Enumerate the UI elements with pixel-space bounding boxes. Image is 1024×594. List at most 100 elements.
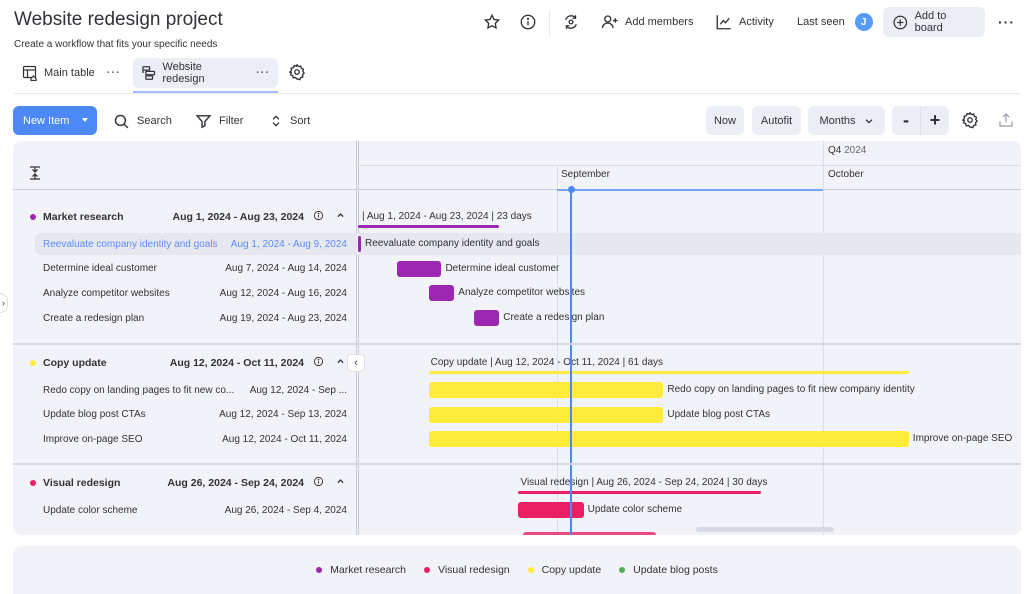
add-to-board-button[interactable]: Add to board <box>883 7 985 37</box>
group-date-range: Aug 12, 2024 - Oct 11, 2024 <box>169 357 304 369</box>
favorite-star-icon[interactable] <box>483 8 501 36</box>
board-title[interactable]: Website redesign project <box>14 9 223 31</box>
header-divider <box>14 93 1020 94</box>
group-color-dot <box>30 214 36 220</box>
gantt-bar[interactable] <box>428 431 909 448</box>
quarter-header: Q4 2024 <box>828 145 867 156</box>
gantt-bar[interactable] <box>473 310 500 327</box>
collapse-all-icon[interactable] <box>29 166 41 185</box>
item-name: Reevaluate company identity and goals <box>43 238 218 250</box>
export-upload-icon[interactable] <box>997 111 1015 134</box>
item-row[interactable]: Create a redesign plan Aug 19, 2024 - Au… <box>35 307 357 329</box>
new-item-dropdown-icon[interactable] <box>82 118 88 122</box>
view-tab-menu-icon[interactable]: ··· <box>107 67 121 79</box>
legend-label: Visual redesign <box>438 564 510 576</box>
gantt-bar-label: Reevaluate company identity and goals <box>365 238 540 249</box>
group-summary-bar[interactable] <box>518 491 761 494</box>
group-separator <box>13 463 1021 465</box>
gantt-item-list: Market research Aug 1, 2024 - Aug 23, 20… <box>13 141 357 535</box>
item-date-range: Aug 12, 2024 - Sep 13, 2024 <box>219 409 347 421</box>
header-separator <box>549 10 550 36</box>
search-icon <box>114 114 129 128</box>
gantt-timeline: Q4 2024 September October | Aug 1, 2024 … <box>358 141 1021 535</box>
group-date-range: Aug 1, 2024 - Aug 23, 2024 <box>172 211 304 223</box>
group-summary-label: Copy update | Aug 12, 2024 - Oct 11, 202… <box>430 357 664 368</box>
timeline-header-divider <box>358 165 1021 166</box>
more-options-icon[interactable]: ··· <box>998 8 1015 36</box>
gantt-bar[interactable] <box>518 502 584 518</box>
automations-icon[interactable] <box>562 8 580 36</box>
gantt-bar[interactable] <box>428 406 664 423</box>
legend-item: Visual redesign <box>424 564 510 576</box>
item-date-range: Aug 12, 2024 - Aug 16, 2024 <box>219 287 347 299</box>
item-row[interactable]: Determine ideal customer Aug 7, 2024 - A… <box>35 258 357 280</box>
legend-color-dot <box>527 567 534 573</box>
filter-button[interactable]: Filter <box>195 108 243 134</box>
horizontal-scrollbar[interactable] <box>696 527 834 532</box>
item-name: Update color scheme <box>43 504 138 516</box>
view-tab-main-table[interactable]: Main table ··· <box>14 58 129 88</box>
legend-item: Market research <box>316 564 406 576</box>
item-row[interactable]: Improve on-page SEO Aug 12, 2024 - Oct 1… <box>35 428 357 450</box>
view-tab-menu-icon[interactable]: ··· <box>256 67 270 79</box>
group-summary-bar[interactable] <box>428 371 909 374</box>
gantt-bar[interactable] <box>396 260 442 277</box>
info-icon[interactable] <box>313 356 324 370</box>
info-icon[interactable] <box>519 8 537 36</box>
item-row[interactable]: Analyze competitor websites Aug 12, 2024… <box>35 282 357 304</box>
view-tab-gantt[interactable]: Website redesign ··· <box>133 58 278 88</box>
new-item-button[interactable]: New Item <box>13 106 97 135</box>
zoom-out-button[interactable]: - <box>892 110 920 131</box>
item-row[interactable]: Update blog post CTAs Aug 12, 2024 - Sep… <box>35 404 357 426</box>
now-button[interactable]: Now <box>706 106 744 135</box>
collapse-list-chevron-left-icon[interactable]: ‹ <box>347 354 365 372</box>
time-scale-dropdown[interactable]: Months <box>808 106 885 135</box>
filter-icon <box>195 114 212 128</box>
chevron-up-icon[interactable] <box>336 477 345 489</box>
gantt-bar[interactable] <box>523 532 656 535</box>
info-icon[interactable] <box>313 210 324 224</box>
item-name: Improve on-page SEO <box>43 433 143 445</box>
view-settings-gear-icon[interactable] <box>288 63 308 83</box>
search-button[interactable]: Search <box>113 108 172 134</box>
sort-button[interactable]: Sort <box>269 108 310 134</box>
info-icon[interactable] <box>313 476 324 490</box>
activity-button[interactable]: Activity <box>715 8 774 36</box>
item-date-range: Aug 12, 2024 - Oct 11, 2024 <box>222 433 347 445</box>
item-name: Analyze competitor websites <box>43 287 170 299</box>
legend-label: Copy update <box>541 564 602 576</box>
gantt-settings-gear-icon[interactable] <box>961 111 979 134</box>
item-row[interactable]: Update color scheme Aug 26, 2024 - Sep 4… <box>35 499 357 521</box>
plus-circle-icon <box>893 15 908 29</box>
legend-label: Update blog posts <box>633 564 718 576</box>
avatar: J <box>854 13 873 31</box>
group-header[interactable]: Visual redesign Aug 26, 2024 - Sep 24, 2… <box>13 471 357 495</box>
chevron-up-icon[interactable] <box>336 357 345 369</box>
month-header-october: October <box>828 169 864 180</box>
gantt-bar[interactable] <box>358 236 361 252</box>
chevron-up-icon[interactable] <box>336 211 345 223</box>
gantt-bar[interactable] <box>428 285 455 302</box>
item-row[interactable]: Reevaluate company identity and goals Au… <box>35 233 357 255</box>
gantt-bar-label: Determine ideal customer <box>445 262 560 274</box>
group-name: Copy update <box>43 357 107 369</box>
item-row[interactable]: Redo copy on landing pages to fit new co… <box>35 379 357 401</box>
group-summary-bar[interactable] <box>358 225 500 228</box>
group-header[interactable]: Market research Aug 1, 2024 - Aug 23, 20… <box>13 205 357 229</box>
add-members-button[interactable]: Add members <box>601 8 693 36</box>
table-home-icon <box>22 65 37 81</box>
autofit-button[interactable]: Autofit <box>752 106 801 135</box>
zoom-in-button[interactable]: + <box>921 110 949 131</box>
gantt-icon <box>142 66 156 80</box>
gantt-bar[interactable] <box>428 382 664 398</box>
legend-item: Update blog posts <box>619 564 718 576</box>
item-date-range: Aug 7, 2024 - Aug 14, 2024 <box>225 263 347 275</box>
month-header-september: September <box>561 169 610 180</box>
expand-sidebar-chevron-icon[interactable]: › <box>0 293 8 313</box>
today-marker-dot <box>568 186 575 193</box>
group-header[interactable]: Copy update Aug 12, 2024 - Oct 11, 2024 <box>13 351 357 375</box>
legend-label: Market research <box>330 564 407 576</box>
activity-chart-icon <box>716 15 731 30</box>
item-date-range: Aug 19, 2024 - Aug 23, 2024 <box>219 312 347 324</box>
last-seen-button[interactable]: Last seen J <box>797 8 873 36</box>
